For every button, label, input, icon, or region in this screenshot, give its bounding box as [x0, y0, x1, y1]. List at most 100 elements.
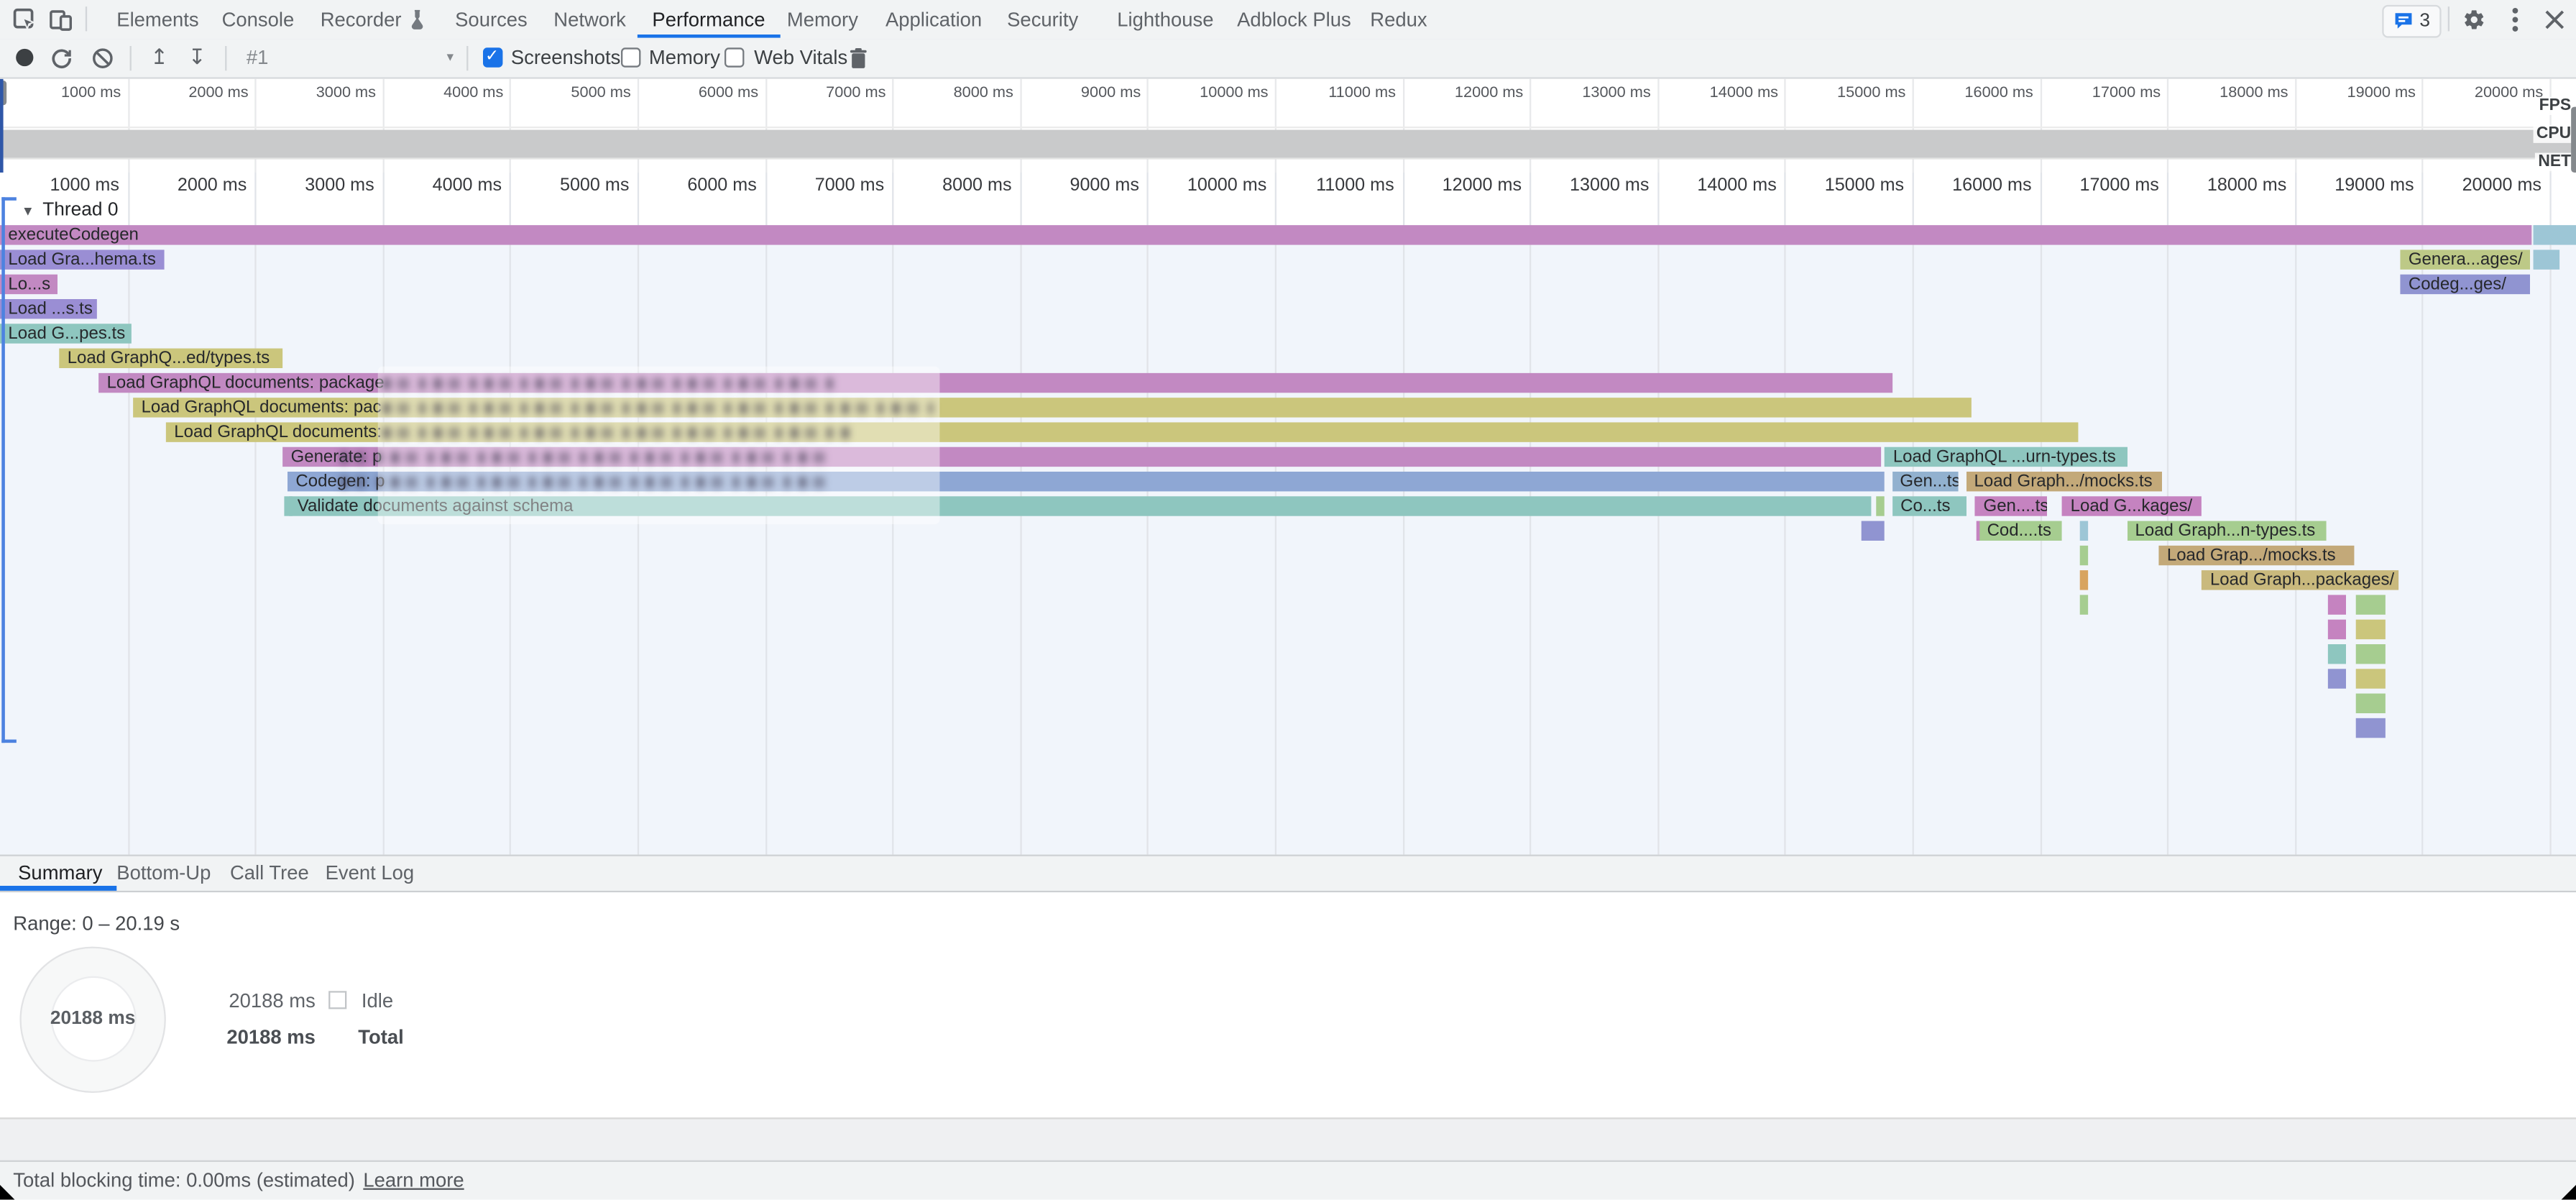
clear-recording-button[interactable] — [88, 39, 115, 77]
flame-bar[interactable]: Cod....ts — [1979, 520, 2061, 541]
flame-bar-fragment[interactable] — [2356, 692, 2386, 713]
net-label: NET — [2535, 153, 2575, 171]
drawer-tab-summary[interactable]: Summary — [18, 856, 102, 889]
flame-bar[interactable]: Gen....ts — [1975, 495, 2047, 516]
overview-cursor-line — [0, 78, 3, 172]
device-toolbar-icon[interactable] — [46, 0, 74, 38]
learn-more-link[interactable]: Learn more — [363, 1169, 464, 1192]
tab-label: Adblock Plus — [1237, 7, 1351, 30]
settings-gear-icon[interactable] — [2460, 0, 2489, 38]
collapse-triangle-icon[interactable]: ▼ — [22, 203, 34, 218]
drawer-tab-bottom-up[interactable]: Bottom-Up — [116, 856, 211, 889]
flame-bar-fragment[interactable] — [2079, 520, 2087, 541]
overview-cpu-activity — [0, 129, 2576, 157]
flame-bar[interactable]: Co...ts — [1892, 495, 1966, 516]
overview-tick-label: 7000 ms — [826, 84, 886, 102]
reload-and-record-button[interactable] — [47, 39, 74, 77]
flame-bar-fragment[interactable] — [2356, 668, 2386, 689]
tab-lighthouse[interactable]: Lighthouse — [1117, 0, 1213, 38]
drawer-tab-event-log[interactable]: Event Log — [326, 856, 415, 889]
record-button[interactable] — [12, 39, 36, 77]
toolbar-separator — [466, 45, 468, 70]
flame-bar[interactable]: Load GraphQ...ed/types.ts — [59, 347, 282, 368]
drawer-tabbar: Summary Bottom-Up Call Tree Event Log — [0, 854, 2576, 892]
screenshots-checkbox[interactable]: ✓ — [482, 47, 502, 67]
flame-bar[interactable]: Load Graph...packages/ — [2202, 569, 2399, 590]
overview-tick-label: 3000 ms — [316, 84, 376, 102]
flame-bar[interactable]: executeCodegen — [0, 224, 2531, 245]
tab-sources[interactable]: Sources — [455, 0, 528, 38]
toolbar-separator — [130, 45, 132, 70]
timeline-overview[interactable]: 1000 ms2000 ms3000 ms4000 ms5000 ms6000 … — [0, 78, 2576, 174]
thread-group-header[interactable]: ▼ Thread 0 — [22, 199, 119, 222]
flame-bar-fragment[interactable] — [2356, 594, 2386, 615]
flame-bar-fragment[interactable] — [2328, 594, 2347, 615]
flame-chart[interactable]: 1000 ms2000 ms3000 ms4000 ms5000 ms6000 … — [0, 173, 2576, 854]
web-vitals-label[interactable]: Web Vitals — [754, 39, 847, 77]
tab-elements[interactable]: Elements — [116, 0, 198, 38]
overview-tick-label: 14000 ms — [1710, 84, 1778, 102]
flame-gridline — [255, 173, 257, 854]
flame-bar-fragment[interactable] — [2356, 643, 2386, 664]
tab-network[interactable]: Network — [553, 0, 626, 38]
flame-bar-fragment[interactable] — [2533, 224, 2576, 245]
tab-redux[interactable]: Redux — [1370, 0, 1427, 38]
flame-bar[interactable]: Load Graph...n-types.ts — [2127, 520, 2326, 541]
flame-bar[interactable]: Load Graph.../mocks.ts — [1966, 471, 2162, 492]
flame-bar[interactable]: Load G...pes.ts — [0, 323, 132, 344]
flame-bar[interactable]: Load GraphQL ...urn-types.ts — [1885, 446, 2128, 467]
flame-bar-fragment[interactable] — [2079, 594, 2087, 615]
flame-tick-label: 10000 ms — [1187, 175, 1266, 194]
flame-bar[interactable]: Genera...ages/ — [2400, 249, 2530, 270]
flame-bar-fragment[interactable] — [2079, 545, 2087, 566]
flame-gridline — [127, 173, 129, 854]
profile-select[interactable]: #1 — [247, 39, 269, 77]
more-options-icon[interactable] — [2503, 0, 2526, 38]
load-profile-icon[interactable]: ↥ — [146, 39, 172, 77]
flame-bar[interactable]: Load G...kages/ — [2062, 495, 2202, 516]
flame-bar-fragment[interactable] — [2356, 619, 2386, 640]
issues-counter-button[interactable]: 3 — [2382, 4, 2441, 37]
flame-bar[interactable]: Codeg...ges/ — [2400, 274, 2530, 295]
memory-checkbox[interactable] — [620, 47, 640, 67]
tab-recorder[interactable]: Recorder — [321, 0, 426, 38]
tab-application[interactable]: Application — [886, 0, 982, 38]
flame-bar-fragment[interactable] — [2356, 718, 2386, 738]
tab-console[interactable]: Console — [222, 0, 295, 38]
tab-label: Elements — [116, 7, 198, 30]
devtools-window: Elements Console Recorder Sources Network Per… — [0, 0, 2576, 1200]
tab-label: Memory — [787, 7, 858, 30]
flame-bar-fragment[interactable] — [1862, 520, 1885, 541]
tab-performance[interactable]: Performance — [652, 0, 765, 38]
redacted-text — [383, 402, 934, 413]
screenshots-label[interactable]: Screenshots — [511, 39, 620, 77]
flame-bar-fragment[interactable] — [2533, 249, 2560, 270]
tab-adblock-plus[interactable]: Adblock Plus — [1237, 0, 1351, 38]
flame-tick-label: 15000 ms — [1825, 175, 1904, 194]
save-profile-icon[interactable]: ↧ — [184, 39, 211, 77]
flame-bar-fragment[interactable] — [2328, 643, 2347, 664]
tab-security[interactable]: Security — [1007, 0, 1078, 38]
flame-gridline — [2549, 173, 2551, 854]
flame-bar-fragment[interactable] — [2328, 668, 2347, 689]
web-vitals-checkbox[interactable] — [724, 47, 744, 67]
close-icon[interactable] — [2540, 0, 2570, 38]
flame-bar[interactable]: Load Gra...hema.ts — [0, 249, 165, 270]
trash-icon[interactable] — [845, 39, 871, 77]
profile-select-chevron-icon[interactable]: ▼ — [441, 39, 460, 77]
drawer-tab-call-tree[interactable]: Call Tree — [230, 856, 309, 889]
tab-memory[interactable]: Memory — [787, 0, 858, 38]
flame-bar[interactable]: Load Grap.../mocks.ts — [2158, 545, 2354, 566]
drawer-tab-label: Bottom-Up — [116, 861, 211, 884]
flame-tick-label: 6000 ms — [687, 175, 756, 194]
flame-bar-fragment[interactable] — [2328, 619, 2347, 640]
flame-bar-fragment[interactable] — [2079, 569, 2087, 590]
tab-label: Network — [553, 7, 626, 30]
flame-bar[interactable]: Load GraphQL documents: package — [98, 372, 1892, 393]
inspect-element-icon[interactable] — [10, 0, 38, 38]
flame-bar[interactable]: Gen...ts — [1892, 471, 1957, 492]
flame-bar-fragment[interactable] — [1875, 495, 1885, 516]
overview-right-grip[interactable] — [2570, 107, 2576, 172]
overview-tick-label: 18000 ms — [2220, 84, 2288, 102]
memory-label[interactable]: Memory — [649, 39, 720, 77]
